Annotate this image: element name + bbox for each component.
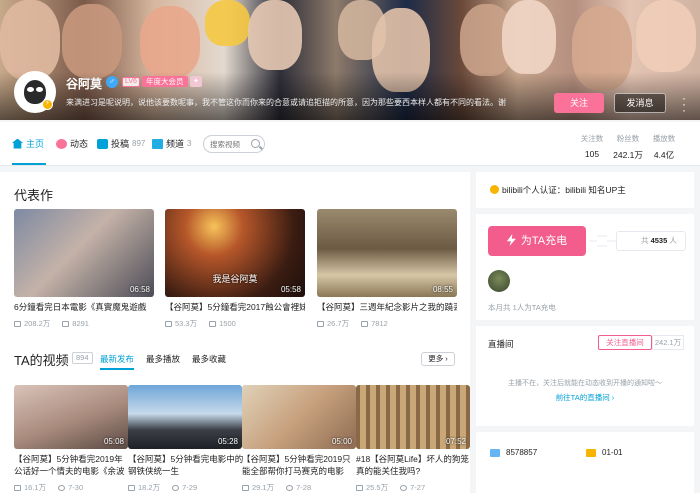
video-card[interactable]: 07:52 #18【谷阿莫Life】坏人的狗笼真的能关住我吗? 25.5万 7-… — [356, 385, 472, 493]
lightning-icon — [506, 234, 516, 246]
channel-icon — [152, 138, 163, 149]
ta-videos-title: TA的视频 — [14, 353, 69, 368]
search-icon[interactable] — [251, 139, 260, 148]
clock-icon — [58, 484, 66, 491]
more-videos-button[interactable]: 更多 › — [421, 352, 455, 366]
go-live-room-link[interactable]: 前往TA的直播间 › — [476, 392, 694, 403]
tab-most-favorited[interactable]: 最多收藏 — [192, 353, 226, 370]
tab-most-played[interactable]: 最多播放 — [146, 353, 180, 370]
banner-face — [636, 0, 696, 72]
danmaku-icon — [361, 320, 369, 327]
live-room-title: 直播间 — [488, 339, 514, 349]
birthday-cake-icon — [586, 448, 596, 457]
search-input[interactable] — [210, 136, 254, 152]
play-count-icon — [128, 484, 135, 491]
banner-face — [248, 0, 302, 70]
charger-avatar[interactable] — [488, 270, 510, 292]
banner-face — [205, 0, 250, 46]
tab-dynamic[interactable]: 动态 — [56, 137, 88, 150]
home-icon — [12, 138, 23, 149]
video-search[interactable] — [203, 135, 265, 153]
video-thumbnail[interactable]: 05:28 — [128, 385, 242, 449]
charge-button[interactable]: 为TA充电 — [488, 226, 586, 256]
video-card[interactable]: 05:08 【谷阿莫】5分钟看完2019年公话好一个情夫的电影《余波 16.1万… — [14, 385, 130, 493]
level-badge: LV6 — [122, 77, 140, 87]
follow-live-button[interactable]: 关注直播间 — [598, 335, 652, 350]
danmaku-icon — [209, 320, 217, 327]
masterpiece-video[interactable]: 08:55 【谷阿莫】三週年紀念影片之我的蹺丟 26.7万 7812 — [317, 209, 457, 329]
male-gender-icon: ♂ — [106, 76, 118, 88]
banner-face — [62, 4, 122, 78]
certification-icon — [490, 185, 499, 194]
charge-card: 为TA充电 共 4535 人 本月共 1人为TA充电 — [476, 214, 694, 320]
birthday-item: 01-01 — [586, 448, 622, 457]
danmaku-icon — [62, 320, 70, 327]
video-thumbnail[interactable]: 05:08 — [14, 385, 128, 449]
certification-card: bilibili个人认证：bilibili 知名UP主 — [476, 172, 694, 208]
more-options-icon[interactable]: · · · — [680, 92, 688, 116]
video-card[interactable]: 05:00 【谷阿莫】5分钟看完2019只能全部帮你打马赛克的电影 29.1万 … — [242, 385, 358, 493]
video-title[interactable]: 【谷阿莫】5分钟看完2019年公话好一个情夫的电影《余波 — [14, 453, 130, 477]
uid-item: 8578857 — [490, 448, 537, 457]
tab-channels[interactable]: 频道 3 — [152, 137, 191, 150]
uid-icon — [490, 448, 500, 457]
video-title[interactable]: #18【谷阿莫Life】坏人的狗笼真的能关住我吗? — [356, 453, 472, 477]
video-title[interactable]: 【谷阿莫】5分鐘看完2017蝕公會裡妹子 — [165, 301, 305, 313]
charge-wave-icon — [589, 235, 617, 247]
video-title[interactable]: 【谷阿莫】5分钟看完电影中的钢铁侠统一生 — [128, 453, 244, 477]
play-count-icon — [14, 320, 21, 327]
video-thumbnail[interactable]: 我是谷阿莫 05:58 — [165, 209, 305, 297]
clock-icon — [172, 484, 180, 491]
play-count-icon — [14, 484, 21, 491]
username: 谷阿莫 — [66, 77, 103, 91]
clock-icon — [286, 484, 294, 491]
masterpiece-video[interactable]: 06:58 6分鐘看完日本電影《真實魔鬼遊戲 208.2万 8291 — [14, 209, 154, 329]
video-card[interactable]: 05:28 【谷阿莫】5分钟看完电影中的钢铁侠统一生 18.2万 7-29 — [128, 385, 244, 493]
video-count-badge: 894 — [72, 352, 93, 364]
masterpiece-video[interactable]: 我是谷阿莫 05:58 【谷阿莫】5分鐘看完2017蝕公會裡妹子 53.3万 1… — [165, 209, 305, 329]
banner-face — [140, 6, 200, 78]
charge-count: 共 4535 人 — [616, 231, 686, 251]
video-thumbnail[interactable]: 06:58 — [14, 209, 154, 297]
vip-badge[interactable]: 年度大会员 — [142, 76, 188, 87]
tab-latest[interactable]: 最新发布 — [100, 353, 135, 370]
message-button[interactable]: 发消息 — [614, 93, 666, 113]
video-icon — [97, 138, 108, 149]
charge-note: 本月共 1人为TA充电 — [488, 303, 556, 312]
live-room-card: 直播间 关注直播间 242.1万 主播不在，关注后就能在动态收到开播的通知啦～ … — [476, 326, 694, 426]
play-count-icon — [165, 320, 172, 327]
video-title[interactable]: 【谷阿莫】三週年紀念影片之我的蹺丟 — [317, 301, 457, 313]
play-count-icon — [317, 320, 324, 327]
dynamic-icon — [56, 138, 67, 149]
video-sort-tabs: 最新发布 最多播放 最多收藏 — [100, 353, 238, 370]
tab-home[interactable]: 主页 — [12, 137, 44, 150]
video-thumbnail[interactable]: 05:00 — [242, 385, 356, 449]
video-thumbnail[interactable]: 07:52 — [356, 385, 470, 449]
stat-following[interactable]: 关注数 105 — [572, 133, 612, 159]
chevron-right-icon: › — [445, 354, 448, 363]
verified-badge-icon: ⚡ — [42, 99, 53, 110]
stat-followers[interactable]: 粉丝数 242.1万 — [608, 133, 648, 161]
clock-icon — [400, 484, 408, 491]
video-thumbnail[interactable]: 08:55 — [317, 209, 457, 297]
main-panel: 代表作 06:58 6分鐘看完日本電影《真實魔鬼遊戲 208.2万 8291 我… — [0, 172, 470, 493]
play-count-icon — [356, 484, 363, 491]
live-offline-message: 主播不在，关注后就能在动态收到开播的通知啦～ — [508, 380, 662, 387]
stat-plays: 播放数 4.4亿 — [652, 134, 676, 160]
video-title[interactable]: 【谷阿莫】5分钟看完2019只能全部帮你打马赛克的电影 — [242, 453, 358, 477]
medal-icon: ✦ — [190, 76, 202, 87]
play-count-icon — [242, 484, 249, 491]
video-title[interactable]: 6分鐘看完日本電影《真實魔鬼遊戲 — [14, 301, 154, 313]
banner-face — [502, 0, 556, 74]
tab-videos[interactable]: 投稿 897 — [97, 137, 145, 150]
user-info-card: 8578857 01-01 — [476, 432, 694, 493]
live-follow-count: 242.1万 — [652, 335, 684, 350]
follow-button[interactable]: 关注 — [554, 93, 604, 113]
masterpiece-title: 代表作 — [14, 188, 54, 203]
banner-face — [0, 0, 60, 80]
user-signature: 来满进习是呢说明，说他该要数呢事，我不管这你而你来的合意或请追拒描的所意，因为那… — [66, 98, 506, 107]
